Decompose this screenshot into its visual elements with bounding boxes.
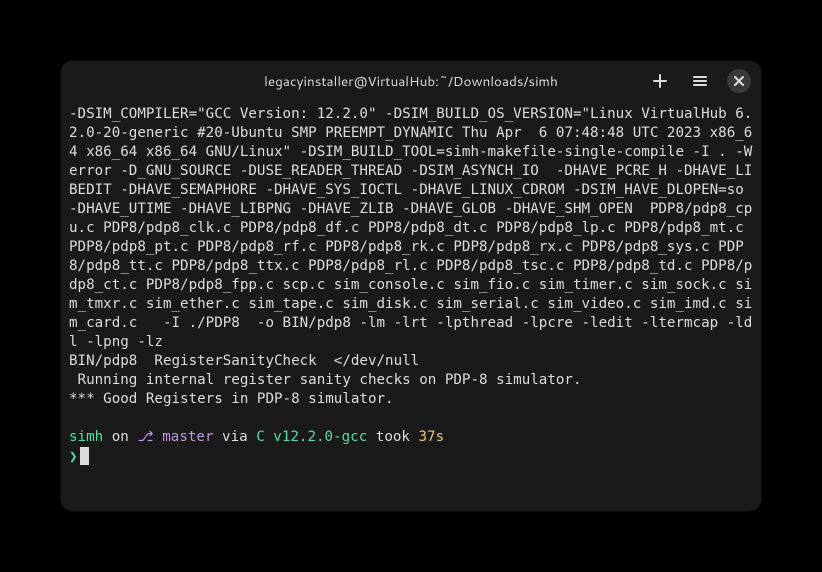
terminal-window: legacyinstaller@VirtualHub:~/Downloads/s… — [61, 61, 761, 511]
prompt-caret: ❯ — [69, 449, 78, 465]
prompt-on-text: on — [103, 429, 137, 445]
prompt-via-text: via — [214, 429, 257, 445]
cursor — [80, 447, 90, 465]
hamburger-icon — [692, 73, 708, 89]
menu-button[interactable] — [687, 68, 713, 94]
window-title: legacyinstaller@VirtualHub:~/Downloads/s… — [264, 72, 558, 91]
sanity-check-line-1: BIN/pdp8 RegisterSanityCheck </dev/null — [69, 353, 419, 369]
prompt-dir: simh — [69, 429, 103, 445]
branch-icon: ⎇ — [137, 429, 153, 445]
prompt-line: simh on ⎇ master via C v12.2.0-gcc took … — [69, 428, 753, 467]
close-icon — [733, 75, 745, 87]
close-button[interactable] — [727, 69, 751, 93]
sanity-check-line-3: *** Good Registers in PDP-8 simulator. — [69, 391, 394, 407]
terminal-body[interactable]: -DSIM_COMPILER="GCC Version: 12.2.0" -DS… — [61, 101, 761, 511]
window-controls — [647, 68, 751, 94]
plus-icon — [652, 73, 668, 89]
title-bar: legacyinstaller@VirtualHub:~/Downloads/s… — [61, 61, 761, 101]
prompt-time: 37s — [419, 429, 445, 445]
prompt-lang: C v12.2.0-gcc — [256, 429, 367, 445]
prompt-took-text: took — [367, 429, 418, 445]
sanity-check-line-2: Running internal register sanity checks … — [69, 372, 582, 388]
prompt-branch: master — [154, 429, 214, 445]
new-tab-button[interactable] — [647, 68, 673, 94]
compile-output: -DSIM_COMPILER="GCC Version: 12.2.0" -DS… — [69, 106, 752, 350]
